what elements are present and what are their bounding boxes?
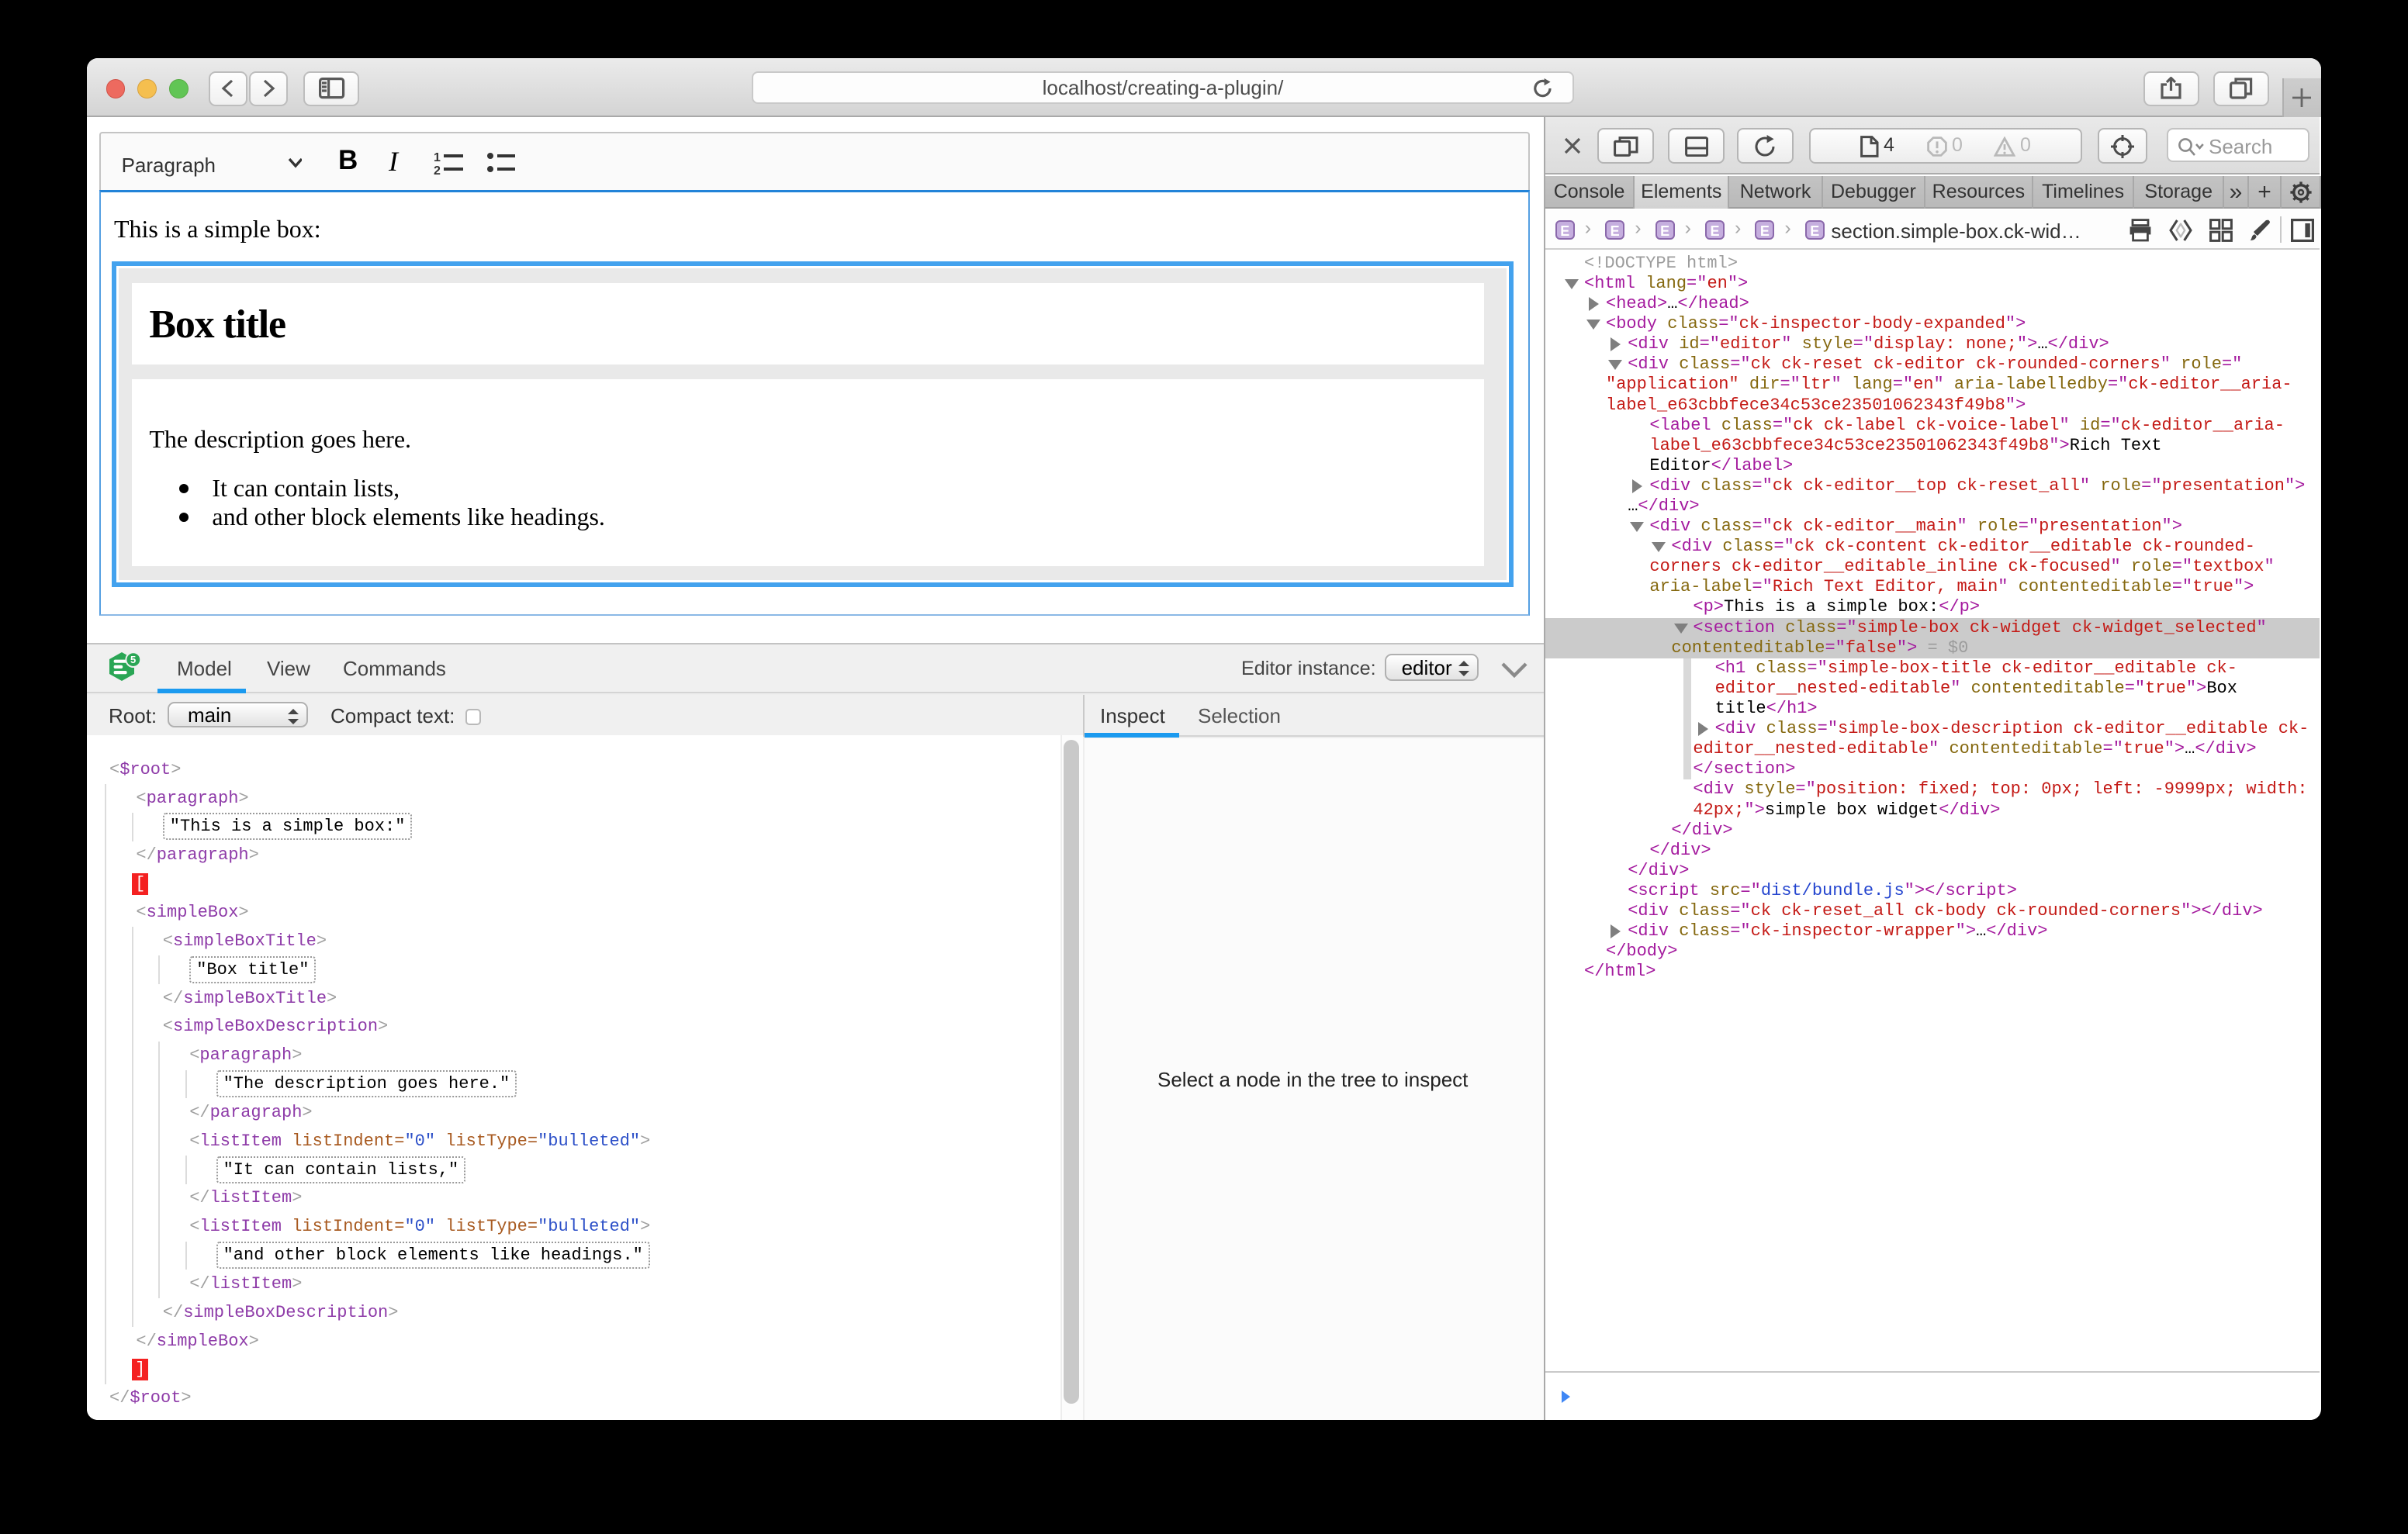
svg-text:5: 5 [130, 654, 136, 665]
svg-text:1: 1 [434, 151, 441, 164]
svg-text:2: 2 [434, 164, 441, 175]
